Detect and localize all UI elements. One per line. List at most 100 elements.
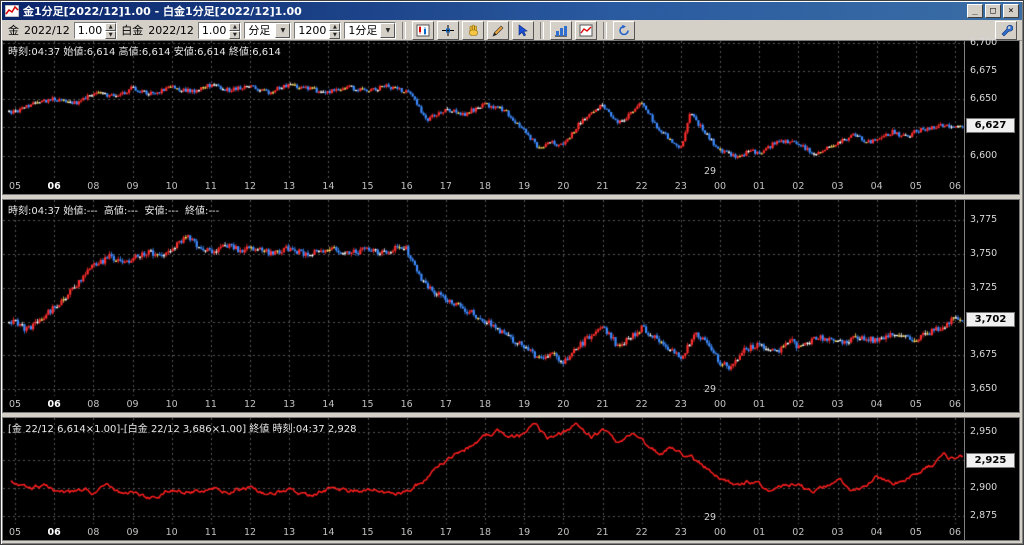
x-axis-label: 01 [753, 181, 765, 192]
x-axis-label: 04 [871, 527, 883, 538]
y-axis-label: 2,950 [970, 426, 997, 437]
x-axis-label: 13 [283, 527, 295, 538]
x-axis-label: 08 [87, 399, 99, 410]
platinum-chart-canvas[interactable] [3, 200, 965, 396]
x-axis-label: 14 [322, 181, 334, 192]
x-axis-label: 00 [714, 181, 726, 192]
pointer-button[interactable] [512, 21, 534, 40]
spread-price-axis: 2,8752,9002,9252,9502,925 [964, 418, 1019, 540]
x-axis-label: 15 [361, 527, 373, 538]
chevron-down-icon[interactable]: ▼ [275, 23, 290, 38]
draw-button[interactable] [487, 21, 509, 40]
x-axis-label: 11 [205, 181, 217, 192]
period-dropdown-value: 分足 [245, 23, 275, 38]
x-axis-label: 09 [126, 399, 138, 410]
platinum-factor-spinner[interactable]: 1.00 ▲▼ [198, 22, 242, 39]
bar-type-dropdown-value: 1分足 [345, 23, 380, 38]
x-axis-label: 21 [596, 527, 608, 538]
gold-label: 金 [8, 22, 19, 38]
titlebar[interactable]: 金1分足[2022/12]1.00 - 白金1分足[2022/12]1.00 _… [2, 2, 1022, 20]
x-axis-label: 09 [126, 181, 138, 192]
x-axis-label: 13 [283, 399, 295, 410]
x-axis-label: 10 [166, 399, 178, 410]
spread-time-axis: 0506080910111213141516171819202122230001… [3, 524, 965, 540]
x-axis-label: 04 [871, 399, 883, 410]
last-price-badge: 2,925 [966, 453, 1015, 468]
gold-month-value[interactable]: 2022/12 [24, 24, 70, 37]
platinum-quote-info: 時刻:04:37 始値:--- 高値:--- 安値:--- 終値:--- [8, 202, 219, 217]
date-change-label: 29 [704, 384, 716, 395]
x-axis-label: 06 [48, 527, 61, 538]
y-axis-label: 2,875 [970, 510, 997, 521]
wrench-icon [999, 24, 1013, 37]
x-axis-label: 06 [48, 399, 61, 410]
gold-factor-spinner[interactable]: 1.00 ▲▼ [74, 22, 118, 39]
y-axis-label: 6,600 [970, 150, 997, 161]
gold-quote-info: 時刻:04:37 始値:6,614 高値:6,614 安値:6,614 終値:6… [8, 43, 281, 58]
x-axis-label: 16 [401, 399, 413, 410]
period-dropdown[interactable]: 分足 ▼ [244, 22, 291, 39]
platinum-label: 白金 [121, 22, 143, 38]
spin-up-icon[interactable]: ▲ [329, 23, 340, 31]
date-change-label: 29 [704, 166, 716, 177]
maximize-button[interactable]: □ [985, 4, 1001, 18]
close-button[interactable]: × [1003, 4, 1019, 18]
pan-button[interactable] [462, 21, 484, 40]
x-axis-label: 00 [714, 399, 726, 410]
x-axis-label: 05 [9, 399, 21, 410]
chart-type-button[interactable] [412, 21, 434, 40]
gold-chart-canvas[interactable] [3, 41, 965, 178]
crosshair-icon [441, 24, 455, 37]
line-study-button[interactable] [575, 21, 597, 40]
y-axis-label: 3,750 [970, 248, 997, 259]
x-axis-label: 22 [636, 527, 648, 538]
window-controls: _ □ × [965, 4, 1019, 18]
refresh-button[interactable] [613, 21, 635, 40]
y-axis-label: 3,725 [970, 282, 997, 293]
bar-type-dropdown[interactable]: 1分足 ▼ [344, 22, 396, 39]
spin-up-icon[interactable]: ▲ [229, 23, 240, 31]
x-axis-label: 23 [675, 181, 687, 192]
x-axis-label: 03 [831, 399, 843, 410]
x-axis-label: 11 [205, 527, 217, 538]
date-change-label: 29 [704, 512, 716, 523]
toolbar-separator [603, 22, 607, 39]
platinum-plot-area: 29 [3, 200, 965, 396]
toolbar-separator [402, 22, 406, 39]
x-axis-label: 17 [440, 527, 452, 538]
x-axis-label: 18 [479, 399, 491, 410]
x-axis-label: 23 [675, 399, 687, 410]
crosshair-button[interactable] [437, 21, 459, 40]
gold-chart-panel: 29 6,6006,6256,6506,6756,7006,627 050608… [2, 40, 1020, 195]
platinum-time-axis: 0506080910111213141516171819202122230001… [3, 396, 965, 412]
minimize-button[interactable]: _ [967, 4, 983, 18]
indicator-button[interactable] [550, 21, 572, 40]
candlestick-chart-icon [416, 24, 430, 37]
platinum-month-value[interactable]: 2022/12 [148, 24, 194, 37]
toolbar-separator [540, 22, 544, 39]
x-axis-label: 02 [792, 527, 804, 538]
refresh-icon [617, 24, 631, 37]
bar-chart-icon [554, 24, 568, 37]
x-axis-label: 19 [518, 527, 530, 538]
x-axis-label: 19 [518, 181, 530, 192]
bar-count-spinner[interactable]: 1200 ▲▼ [294, 22, 341, 39]
spin-up-icon[interactable]: ▲ [105, 23, 116, 31]
settings-button[interactable] [995, 21, 1017, 40]
x-axis-label: 05 [910, 399, 922, 410]
x-axis-label: 20 [557, 399, 569, 410]
x-axis-label: 05 [910, 181, 922, 192]
spin-down-icon[interactable]: ▼ [229, 31, 240, 39]
chevron-down-icon[interactable]: ▼ [380, 23, 395, 38]
spin-down-icon[interactable]: ▼ [105, 31, 116, 39]
x-axis-label: 16 [401, 527, 413, 538]
gold-price-axis: 6,6006,6256,6506,6756,7006,627 [964, 41, 1019, 194]
x-axis-label: 10 [166, 527, 178, 538]
x-axis-label: 05 [910, 527, 922, 538]
x-axis-label: 18 [479, 527, 491, 538]
pencil-icon [491, 24, 505, 37]
x-axis-label: 14 [322, 527, 334, 538]
x-axis-label: 03 [831, 527, 843, 538]
cursor-icon [516, 24, 530, 37]
spin-down-icon[interactable]: ▼ [329, 31, 340, 39]
